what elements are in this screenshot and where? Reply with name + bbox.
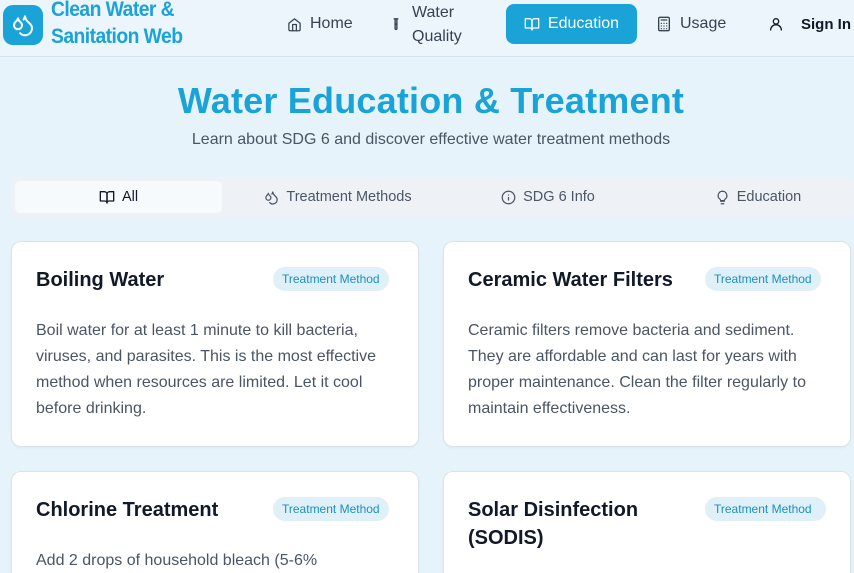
- tab-education[interactable]: Education: [653, 181, 854, 213]
- card-description: Boil water for at least 1 minute to kill…: [36, 322, 377, 417]
- card-chlorine-treatment[interactable]: Chlorine Treatment Treatment Method Add …: [11, 471, 419, 573]
- user-icon: [770, 18, 782, 31]
- test-tube-icon: [393, 18, 399, 31]
- sign-in-button[interactable]: Sign In: [768, 13, 851, 35]
- tab-all-label: All: [121, 189, 139, 205]
- category-badge: Treatment Method: [705, 497, 826, 521]
- tab-all[interactable]: All: [15, 181, 222, 213]
- tab-treatment-methods[interactable]: Treatment Methods: [233, 181, 443, 213]
- page-title: Water Education & Treatment: [177, 80, 685, 121]
- tab-education-label: Education: [736, 189, 802, 205]
- tab-sdg6-info[interactable]: SDG 6 Info: [443, 181, 653, 213]
- lightbulb-icon: [717, 190, 728, 204]
- card-title: Solar Disinfection (SODIS): [468, 499, 639, 549]
- category-badge: Treatment Method: [705, 267, 821, 291]
- droplets-icon: [265, 190, 279, 205]
- card-title: Chlorine Treatment: [36, 499, 219, 521]
- nav-water-quality[interactable]: Water Quality: [392, 1, 472, 49]
- category-badge: Treatment Method: [273, 267, 389, 291]
- card-title: Ceramic Water Filters: [468, 269, 673, 291]
- tab-treatment-label: Treatment Methods: [286, 189, 412, 205]
- sign-in-label: Sign In: [801, 15, 851, 33]
- book-open-icon: [99, 191, 115, 204]
- category-badge: Treatment Method: [273, 497, 389, 521]
- nav-home-label: Home: [310, 15, 353, 32]
- nav-home[interactable]: Home: [287, 13, 353, 35]
- card-description: Ceramic filters remove bacteria and sedi…: [468, 322, 806, 417]
- nav-usage-label: Usage: [680, 15, 727, 32]
- tab-sdg-label: SDG 6 Info: [523, 189, 595, 205]
- card-description: Add 2 drops of household bleach (5-6%: [36, 552, 318, 569]
- brand-name[interactable]: Clean Water & Sanitation Web: [51, 0, 244, 50]
- top-navbar: Clean Water & Sanitation Web Home Water …: [0, 0, 854, 57]
- logo-icon[interactable]: [3, 5, 43, 45]
- home-icon: [288, 17, 301, 31]
- calculator-icon: [658, 16, 670, 32]
- nav-education-label: Education: [547, 15, 620, 32]
- category-tabs: All Treatment Methods SDG 6 Info Educati…: [11, 177, 854, 217]
- nav-education[interactable]: Education: [506, 4, 637, 44]
- card-solar-disinfection[interactable]: Solar Disinfection (SODIS) Treatment Met…: [443, 471, 851, 573]
- nav-water-quality-label: Water Quality: [412, 4, 462, 45]
- card-ceramic-filters[interactable]: Ceramic Water Filters Treatment Method C…: [443, 241, 851, 447]
- card-title: Boiling Water: [36, 269, 165, 291]
- book-open-icon: [524, 18, 540, 31]
- card-boiling-water[interactable]: Boiling Water Treatment Method Boil wate…: [11, 241, 419, 447]
- info-icon: [501, 190, 516, 204]
- page-subtitle: Learn about SDG 6 and discover effective…: [191, 131, 671, 148]
- nav-usage[interactable]: Usage: [657, 13, 726, 35]
